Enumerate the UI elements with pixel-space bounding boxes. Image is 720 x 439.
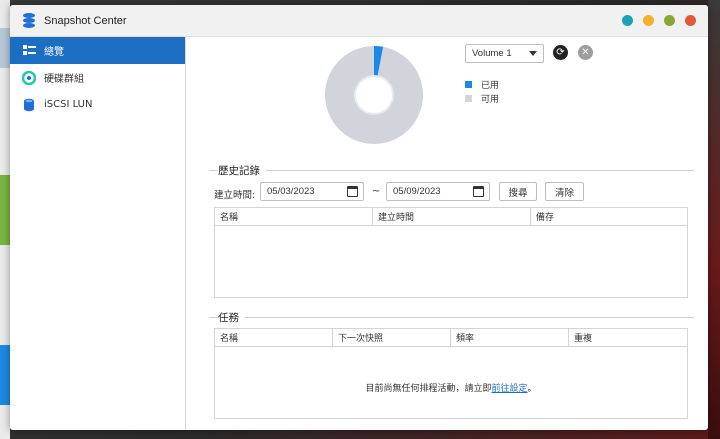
clear-button[interactable]: 清除: [545, 182, 584, 201]
column-header[interactable]: 重複: [569, 329, 687, 346]
section-divider: [209, 170, 694, 171]
empty-tasks-message: 目前尚無任何排程活動，請立即前往設定。: [215, 381, 687, 394]
tasks-section-title: 任務: [218, 310, 245, 325]
window-maximize-button[interactable]: [664, 15, 675, 26]
history-section-title: 歷史記錄: [218, 163, 266, 178]
window-minimize-button[interactable]: [643, 15, 654, 26]
usage-pie-chart: [324, 45, 424, 148]
column-header[interactable]: 建立時間: [373, 208, 531, 225]
title-bar[interactable]: Snapshot Center: [10, 5, 708, 37]
column-header[interactable]: 備存: [531, 208, 687, 225]
donut-hole: [356, 77, 392, 113]
sidebar-item-label: 總覽: [44, 47, 64, 58]
table-header: 名稱 建立時間 備存: [215, 208, 687, 226]
refresh-button[interactable]: ⟳: [553, 45, 568, 60]
reset-button[interactable]: ✕: [578, 45, 593, 60]
volume-select[interactable]: Volume 1: [465, 44, 544, 63]
window-controls: [622, 15, 696, 26]
database-app-icon: [22, 12, 36, 29]
column-header[interactable]: 下一次快照: [333, 329, 451, 346]
database-icon: [22, 98, 36, 112]
desktop-right-edge: [708, 0, 720, 439]
chevron-down-icon: [529, 51, 537, 56]
window-close-button[interactable]: [685, 15, 696, 26]
start-date-input[interactable]: 05/03/2023: [260, 182, 364, 201]
sidebar-item-overview[interactable]: 總覽: [10, 37, 185, 64]
column-header[interactable]: 頻率: [451, 329, 569, 346]
sidebar-item-iscsi-lun[interactable]: iSCSI LUN: [10, 91, 185, 118]
sidebar-item-label: iSCSI LUN: [44, 99, 93, 110]
date-separator: ~: [372, 186, 381, 197]
legend-item-used: 已用: [465, 77, 499, 91]
sidebar: 總覽 硬碟群組 iSCSI LUN: [10, 37, 186, 430]
main-content: Volume 1 ⟳ ✕ 已用 可用 歷史記錄 建立時間: 05/03/2023: [187, 37, 708, 430]
go-to-settings-link[interactable]: 前往設定: [491, 384, 527, 394]
created-time-label: 建立時間:: [214, 190, 256, 201]
column-header[interactable]: 名稱: [215, 329, 333, 346]
legend-item-available: 可用: [465, 91, 499, 105]
calendar-icon[interactable]: [473, 186, 484, 197]
end-date-value: 05/09/2023: [393, 186, 441, 197]
window-title: Snapshot Center: [44, 14, 127, 27]
tasks-table: 名稱 下一次快照 頻率 重複 目前尚無任何排程活動，請立即前往設定。: [214, 328, 688, 419]
volume-select-value: Volume 1: [472, 48, 512, 59]
disk-group-icon: [22, 70, 36, 85]
end-date-input[interactable]: 05/09/2023: [386, 182, 490, 201]
grid-list-icon: [22, 44, 36, 58]
legend-label: 可用: [481, 94, 500, 105]
desktop-app-icon[interactable]: [0, 345, 10, 405]
legend-swatch: [465, 94, 472, 102]
search-button[interactable]: 搜尋: [499, 182, 537, 201]
sidebar-item-disk-group[interactable]: 硬碟群組: [10, 64, 185, 91]
window-info-button[interactable]: [622, 15, 633, 26]
legend-label: 已用: [481, 80, 500, 91]
calendar-icon[interactable]: [347, 186, 358, 197]
close-icon: ✕: [581, 47, 590, 58]
section-divider: [209, 317, 694, 318]
column-header[interactable]: 名稱: [215, 208, 373, 225]
empty-message-suffix: 。: [527, 384, 537, 394]
empty-message-text: 目前尚無任何排程活動，請立即: [365, 384, 492, 394]
desktop-app-icon[interactable]: [0, 175, 10, 245]
legend-swatch: [465, 80, 472, 88]
snapshot-center-window: Snapshot Center 總覽 硬碟群組 iSCSI LUN Volume…: [10, 5, 708, 430]
sidebar-item-label: 硬碟群組: [44, 74, 84, 85]
history-table: 名稱 建立時間 備存: [214, 207, 688, 298]
start-date-value: 05/03/2023: [267, 186, 315, 197]
table-header: 名稱 下一次快照 頻率 重複: [215, 329, 687, 347]
refresh-icon: ⟳: [556, 47, 565, 58]
desktop-app-icon[interactable]: [0, 28, 10, 68]
chart-legend: 已用 可用: [465, 77, 499, 105]
